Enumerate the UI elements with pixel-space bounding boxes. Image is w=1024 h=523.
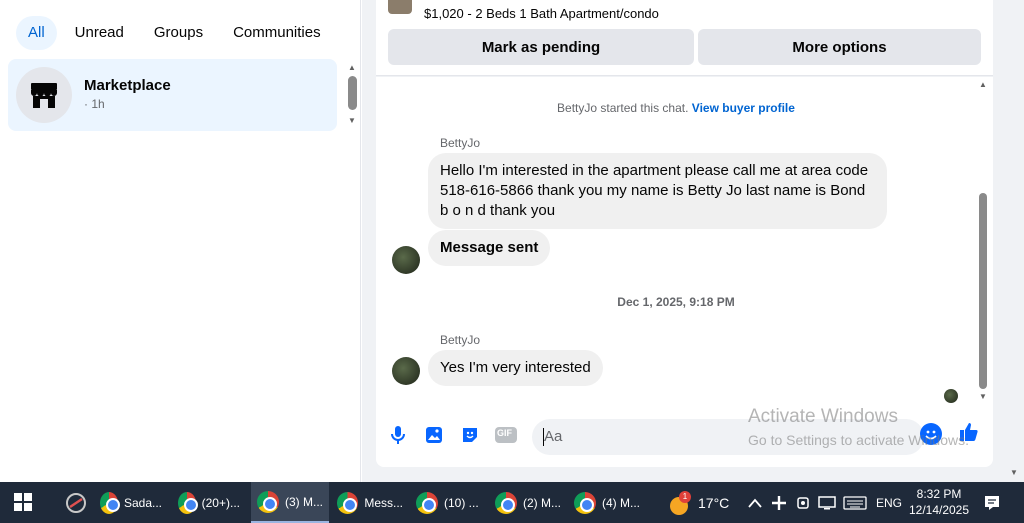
taskbar-item-active[interactable]: (3) M...: [251, 482, 329, 523]
seen-indicator-avatar: [944, 389, 958, 403]
filter-unread[interactable]: Unread: [63, 16, 136, 50]
chrome-icon: [257, 490, 279, 513]
taskbar-item-label: Sada...: [123, 495, 162, 510]
weather-badge: 1: [679, 490, 691, 503]
chrome-icon: [337, 491, 359, 514]
taskbar-item[interactable]: Sada...: [94, 482, 168, 523]
keyboard-icon[interactable]: [843, 482, 867, 523]
chat-item-time: · 1h: [84, 97, 105, 111]
filter-groups[interactable]: Groups: [142, 16, 215, 50]
avatar[interactable]: [392, 246, 420, 274]
taskbar-item-label: (3) M...: [285, 494, 323, 509]
message-sender: BettyJo: [440, 333, 481, 347]
taskbar-app-icon[interactable]: [58, 482, 94, 523]
taskbar-item-label: (20+)...: [201, 495, 240, 510]
clock-date: 12/14/2025: [908, 503, 970, 517]
like-icon[interactable]: [958, 421, 980, 449]
message-input[interactable]: Aa: [532, 419, 924, 455]
chat-started-text: BettyJo started this chat.: [557, 101, 689, 115]
chat-list-panel: All Unread Groups Communities Marketplac…: [0, 0, 361, 482]
input-language[interactable]: ENG: [876, 482, 902, 523]
chrome-icon: [495, 491, 517, 514]
weather-temperature: 17°C: [698, 494, 730, 511]
gif-label: GIF: [497, 428, 512, 438]
emoji-icon[interactable]: [920, 423, 942, 445]
taskbar-item-label: Mess...: [364, 495, 403, 510]
system-clock[interactable]: 8:32 PM 12/14/2025: [906, 486, 972, 518]
taskbar: Sada... (20+)... (3) M... Mess... (10) .…: [0, 482, 1024, 523]
more-options-button[interactable]: More options: [698, 29, 981, 65]
taskbar-item[interactable]: (2) M...: [489, 482, 567, 523]
message-input-placeholder: Aa: [544, 428, 563, 445]
chat-item-marketplace[interactable]: Marketplace · 1h: [8, 59, 337, 131]
filter-chips: All Unread Groups Communities: [16, 16, 333, 50]
taskbar-item-label: (4) M...: [602, 495, 640, 510]
listing-header: $1,020 - 2 Beds 1 Bath Apartment/condo M…: [376, 0, 993, 76]
message-sent-bubble[interactable]: Message sent: [428, 230, 551, 266]
clock-time: 8:32 PM: [916, 487, 962, 501]
taskbar-item-label: (2) M...: [523, 495, 561, 510]
microphone-icon[interactable]: [386, 423, 410, 447]
scroll-up-arrow-icon[interactable]: ▲: [979, 81, 987, 89]
listing-title[interactable]: $1,020 - 2 Beds 1 Bath Apartment/condo: [424, 6, 659, 21]
message-thread: BettyJo started this chat. View buyer pr…: [376, 77, 993, 467]
page-scroll-down-arrow-icon[interactable]: ▼: [1010, 468, 1018, 477]
avatar[interactable]: [392, 357, 420, 385]
taskbar-item-label: (10) ...: [444, 495, 479, 510]
store-icon: [16, 67, 72, 123]
windows-start-icon[interactable]: [14, 493, 32, 511]
mark-as-pending-button[interactable]: Mark as pending: [388, 29, 694, 65]
filter-communities[interactable]: Communities: [221, 16, 333, 50]
message-composer: GIF Aa: [376, 413, 993, 461]
chat-item-name: Marketplace: [84, 77, 171, 94]
scroll-thumb[interactable]: [979, 193, 987, 389]
taskbar-item[interactable]: Mess...: [331, 482, 409, 523]
notifications-icon[interactable]: [983, 482, 1001, 523]
sticker-icon[interactable]: [458, 423, 482, 447]
message-sender: BettyJo: [440, 136, 481, 150]
weather-icon: 1: [668, 490, 692, 515]
chat-list-scrollbar[interactable]: ▲ ▼: [344, 60, 360, 128]
gif-icon[interactable]: GIF: [494, 423, 518, 447]
weather-widget[interactable]: 1 17°C: [668, 482, 729, 523]
scroll-up-arrow-icon[interactable]: ▲: [348, 64, 356, 72]
chrome-icon: [178, 491, 198, 514]
chrome-icon: [416, 491, 438, 514]
network-display-icon[interactable]: [818, 482, 836, 523]
date-divider: Dec 1, 2025, 9:18 PM: [617, 295, 735, 309]
chrome-icon: [574, 491, 596, 514]
taskbar-item[interactable]: (4) M...: [568, 482, 646, 523]
chat-started-notice: BettyJo started this chat. View buyer pr…: [376, 101, 976, 115]
scroll-down-arrow-icon[interactable]: ▼: [979, 393, 987, 401]
taskbar-item[interactable]: (10) ...: [410, 482, 488, 523]
plus-icon[interactable]: [771, 482, 787, 523]
taskbar-item[interactable]: (20+)...: [172, 482, 246, 523]
photo-icon[interactable]: [422, 423, 446, 447]
filter-all[interactable]: All: [16, 16, 57, 50]
scroll-down-arrow-icon[interactable]: ▼: [348, 117, 356, 125]
message-bubble[interactable]: Yes I'm very interested: [428, 350, 603, 386]
listing-thumbnail[interactable]: [388, 0, 412, 14]
chrome-icon: [100, 491, 120, 514]
scroll-thumb[interactable]: [348, 76, 357, 110]
view-buyer-profile-link[interactable]: View buyer profile: [692, 101, 795, 115]
show-hidden-icons-chevron-icon[interactable]: [748, 482, 762, 523]
message-bubble[interactable]: Hello I'm interested in the apartment pl…: [428, 153, 887, 229]
meet-now-icon[interactable]: [796, 482, 810, 523]
thread-scrollbar[interactable]: ▲ ▼: [976, 77, 990, 403]
